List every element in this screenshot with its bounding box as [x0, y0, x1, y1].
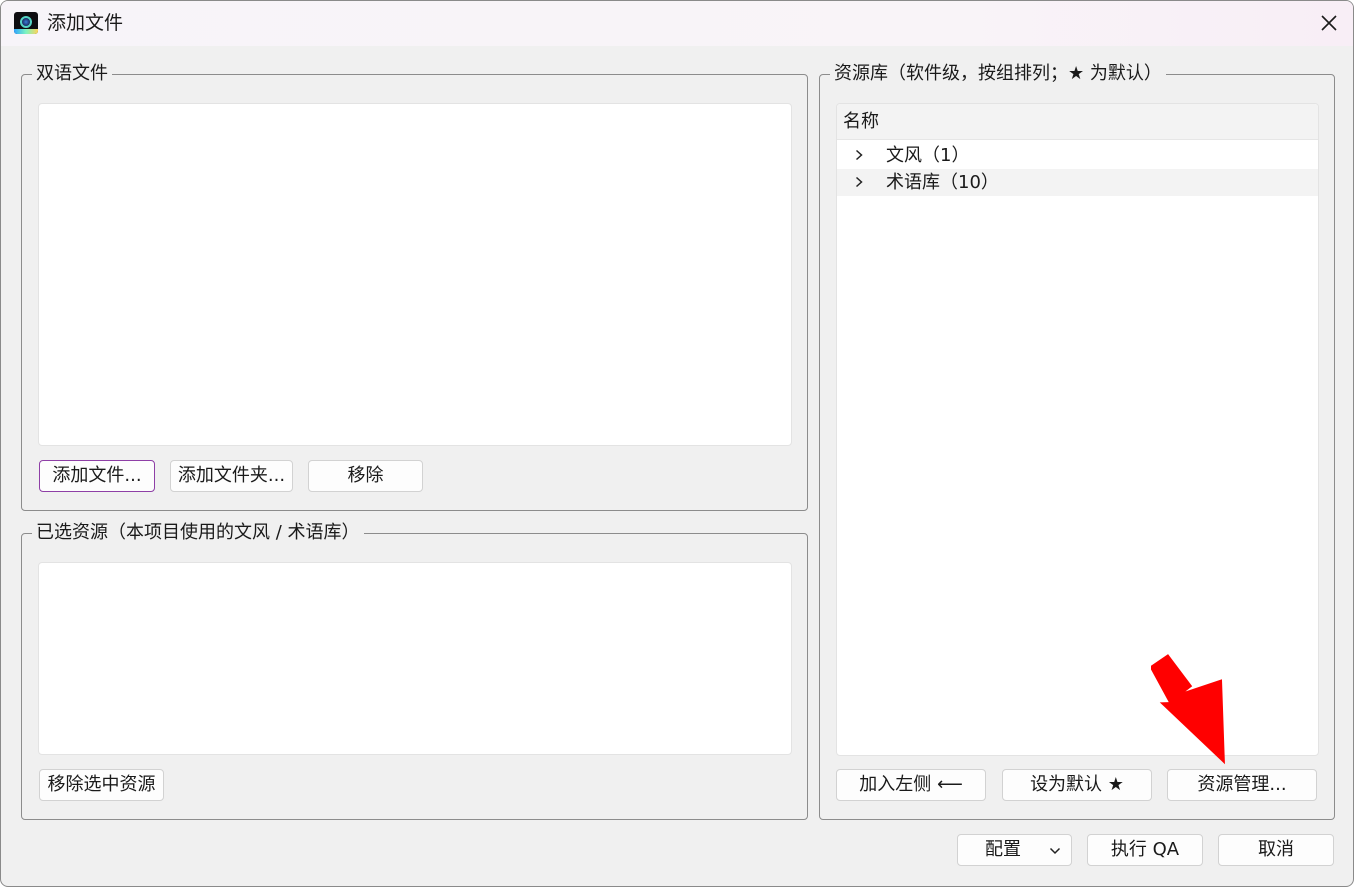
close-icon — [1321, 15, 1337, 31]
remove-file-button[interactable]: 移除 — [308, 460, 423, 492]
resource-library-group: 资源库（软件级，按组排列；★ 为默认） 名称 文风（1） 术语库（10） 加入左… — [819, 62, 1335, 820]
tree-column-header-name[interactable]: 名称 — [837, 104, 1318, 140]
title-bar: 添加文件 — [1, 1, 1353, 46]
bilingual-files-legend: 双语文件 — [32, 62, 112, 86]
selected-resources-legend: 已选资源（本项目使用的文风 / 术语库） — [32, 521, 364, 545]
config-dropdown[interactable]: 配置 — [957, 834, 1072, 866]
tree-row-termbase[interactable]: 术语库（10） — [837, 169, 1318, 196]
selected-resources-group: 已选资源（本项目使用的文风 / 术语库） 移除选中资源 — [21, 521, 808, 820]
remove-selected-resource-button[interactable]: 移除选中资源 — [39, 769, 164, 801]
window-title: 添加文件 — [47, 12, 124, 34]
selected-resources-list[interactable] — [38, 562, 792, 755]
app-lens-icon — [14, 12, 38, 34]
add-file-dialog: 添加文件 双语文件 添加文件... 添加文件夹... 移除 已选资源（本项目使用… — [0, 0, 1354, 887]
run-qa-button[interactable]: 执行 QA — [1087, 834, 1203, 866]
resource-library-legend: 资源库（软件级，按组排列；★ 为默认） — [830, 62, 1166, 86]
resource-manage-button[interactable]: 资源管理... — [1167, 769, 1317, 801]
add-folder-button[interactable]: 添加文件夹... — [170, 460, 293, 492]
set-default-button[interactable]: 设为默认 ★ — [1002, 769, 1152, 801]
add-to-left-button[interactable]: 加入左侧 ⟵ — [836, 769, 986, 801]
chevron-right-icon[interactable] — [853, 176, 865, 188]
tree-row-label: 文风（1） — [886, 145, 970, 166]
close-button[interactable] — [1311, 5, 1347, 41]
chevron-down-icon — [1049, 847, 1061, 855]
bilingual-file-list[interactable] — [38, 103, 792, 446]
chevron-right-icon[interactable] — [853, 149, 865, 161]
add-file-button[interactable]: 添加文件... — [39, 460, 155, 492]
tree-row-style[interactable]: 文风（1） — [837, 142, 1318, 169]
config-dropdown-label: 配置 — [985, 839, 1021, 860]
tree-row-label: 术语库（10） — [886, 172, 999, 193]
cancel-button[interactable]: 取消 — [1218, 834, 1334, 866]
bilingual-files-group: 双语文件 添加文件... 添加文件夹... 移除 — [21, 62, 808, 511]
annotation-arrow-icon — [1151, 654, 1225, 765]
